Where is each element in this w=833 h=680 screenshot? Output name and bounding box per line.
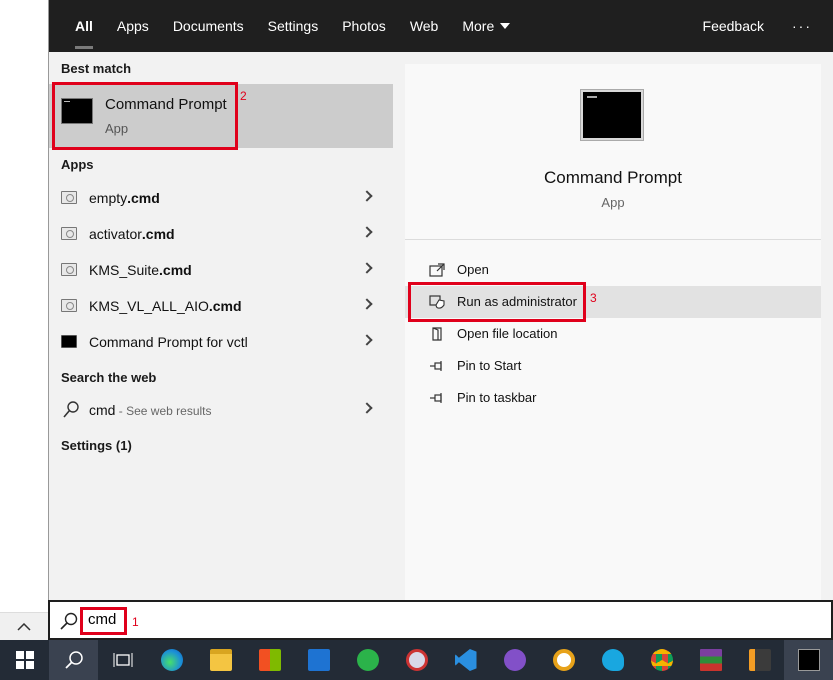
edge-icon[interactable] bbox=[147, 640, 196, 680]
detail-pane: Command Prompt App Open Run as administr… bbox=[405, 64, 821, 600]
settings-heading[interactable]: Settings (1) bbox=[61, 438, 132, 453]
search-box[interactable]: cmd bbox=[48, 600, 833, 640]
app-result-item[interactable]: activator.cmd bbox=[49, 216, 393, 252]
chevron-right-icon[interactable] bbox=[361, 402, 373, 414]
tab-web[interactable]: Web bbox=[398, 0, 451, 52]
chevron-right-icon[interactable] bbox=[361, 190, 373, 202]
divider bbox=[405, 239, 821, 240]
search-icon bbox=[60, 612, 78, 630]
chrome-icon[interactable] bbox=[637, 640, 686, 680]
app-ext: .cmd bbox=[208, 298, 242, 314]
annotation-number-2: 2 bbox=[240, 89, 247, 103]
terminal-icon bbox=[61, 335, 77, 348]
app-ext: .cmd bbox=[127, 190, 160, 206]
search-web-heading: Search the web bbox=[61, 370, 157, 385]
more-options-button[interactable]: ··· bbox=[776, 0, 833, 52]
web-result-item[interactable]: cmd - See web results bbox=[49, 392, 393, 428]
annotation-number-3: 3 bbox=[590, 291, 597, 305]
task-view-icon[interactable] bbox=[98, 640, 147, 680]
pin-icon bbox=[430, 361, 442, 371]
app-result-item[interactable]: empty.cmd bbox=[49, 180, 393, 216]
web-query: cmd bbox=[89, 402, 116, 418]
script-file-icon bbox=[61, 227, 77, 240]
paint-icon[interactable] bbox=[392, 640, 441, 680]
app-result-item[interactable]: KMS_VL_ALL_AIO.cmd bbox=[49, 288, 393, 324]
tab-photos[interactable]: Photos bbox=[330, 0, 398, 52]
script-file-icon bbox=[61, 263, 77, 276]
script-file-icon bbox=[61, 299, 77, 312]
search-icon bbox=[63, 401, 79, 418]
script-file-icon bbox=[61, 191, 77, 204]
tab-apps[interactable]: Apps bbox=[105, 0, 161, 52]
pin-to-taskbar-action[interactable]: Pin to taskbar bbox=[405, 382, 821, 414]
command-prompt-large-icon bbox=[580, 89, 644, 141]
tab-documents[interactable]: Documents bbox=[161, 0, 256, 52]
best-match-heading: Best match bbox=[61, 61, 132, 76]
folder-icon bbox=[432, 327, 442, 341]
show-hidden-icons-button[interactable] bbox=[0, 612, 48, 640]
chevron-up-icon bbox=[17, 622, 31, 631]
mail-icon[interactable] bbox=[294, 640, 343, 680]
chevron-right-icon[interactable] bbox=[361, 298, 373, 310]
chevron-right-icon[interactable] bbox=[361, 334, 373, 346]
app-result-item[interactable]: KMS_Suite.cmd bbox=[49, 252, 393, 288]
feedback-button[interactable]: Feedback bbox=[691, 0, 776, 52]
windows-start-icon[interactable] bbox=[0, 640, 49, 680]
vscode-icon[interactable] bbox=[441, 640, 490, 680]
tab-all[interactable]: All bbox=[63, 0, 105, 52]
pin-to-start-action[interactable]: Pin to Start bbox=[405, 350, 821, 382]
edge-beta-icon[interactable] bbox=[588, 640, 637, 680]
search-tabs: All Apps Documents Settings Photos Web M… bbox=[49, 0, 833, 52]
annotation-box-run-as-admin bbox=[408, 282, 586, 322]
open-icon bbox=[429, 263, 445, 277]
github-icon[interactable] bbox=[490, 640, 539, 680]
cmd-icon[interactable] bbox=[784, 640, 833, 680]
chevron-right-icon[interactable] bbox=[361, 226, 373, 238]
app-name: KMS_Suite bbox=[89, 262, 160, 278]
annotation-number-1: 1 bbox=[132, 615, 139, 629]
taskbar bbox=[0, 640, 833, 680]
tab-settings[interactable]: Settings bbox=[256, 0, 331, 52]
app-ext: .cmd bbox=[159, 262, 192, 278]
detail-title: Command Prompt bbox=[544, 168, 682, 187]
apps-heading: Apps bbox=[61, 157, 94, 172]
annotation-box-best-match bbox=[52, 82, 238, 150]
app-ext: .cmd bbox=[141, 226, 175, 242]
chevron-right-icon[interactable] bbox=[361, 262, 373, 274]
browser-shield-icon[interactable] bbox=[539, 640, 588, 680]
open-file-location-action[interactable]: Open file location bbox=[405, 318, 821, 350]
app-name: empty bbox=[89, 190, 128, 206]
desktop-strip bbox=[0, 0, 48, 640]
app-result-item[interactable]: Command Prompt for vctl bbox=[49, 324, 393, 360]
caret-down-icon bbox=[500, 23, 511, 29]
tab-more[interactable]: More bbox=[450, 0, 522, 52]
store-icon[interactable] bbox=[245, 640, 294, 680]
file-explorer-icon[interactable] bbox=[196, 640, 245, 680]
app-name: activator bbox=[89, 226, 142, 242]
winrar-icon[interactable] bbox=[686, 640, 735, 680]
annotation-box-search-input bbox=[80, 607, 127, 635]
app-name: Command Prompt for vctl bbox=[89, 334, 248, 350]
search-icon[interactable] bbox=[49, 640, 98, 680]
pin-icon bbox=[430, 393, 442, 403]
app-name: KMS_VL_ALL_AIO bbox=[89, 298, 209, 314]
detail-type: App bbox=[601, 195, 625, 210]
web-hint: - See web results bbox=[115, 404, 212, 418]
terminal-app-icon[interactable] bbox=[343, 640, 392, 680]
sublime-text-icon[interactable] bbox=[735, 640, 784, 680]
